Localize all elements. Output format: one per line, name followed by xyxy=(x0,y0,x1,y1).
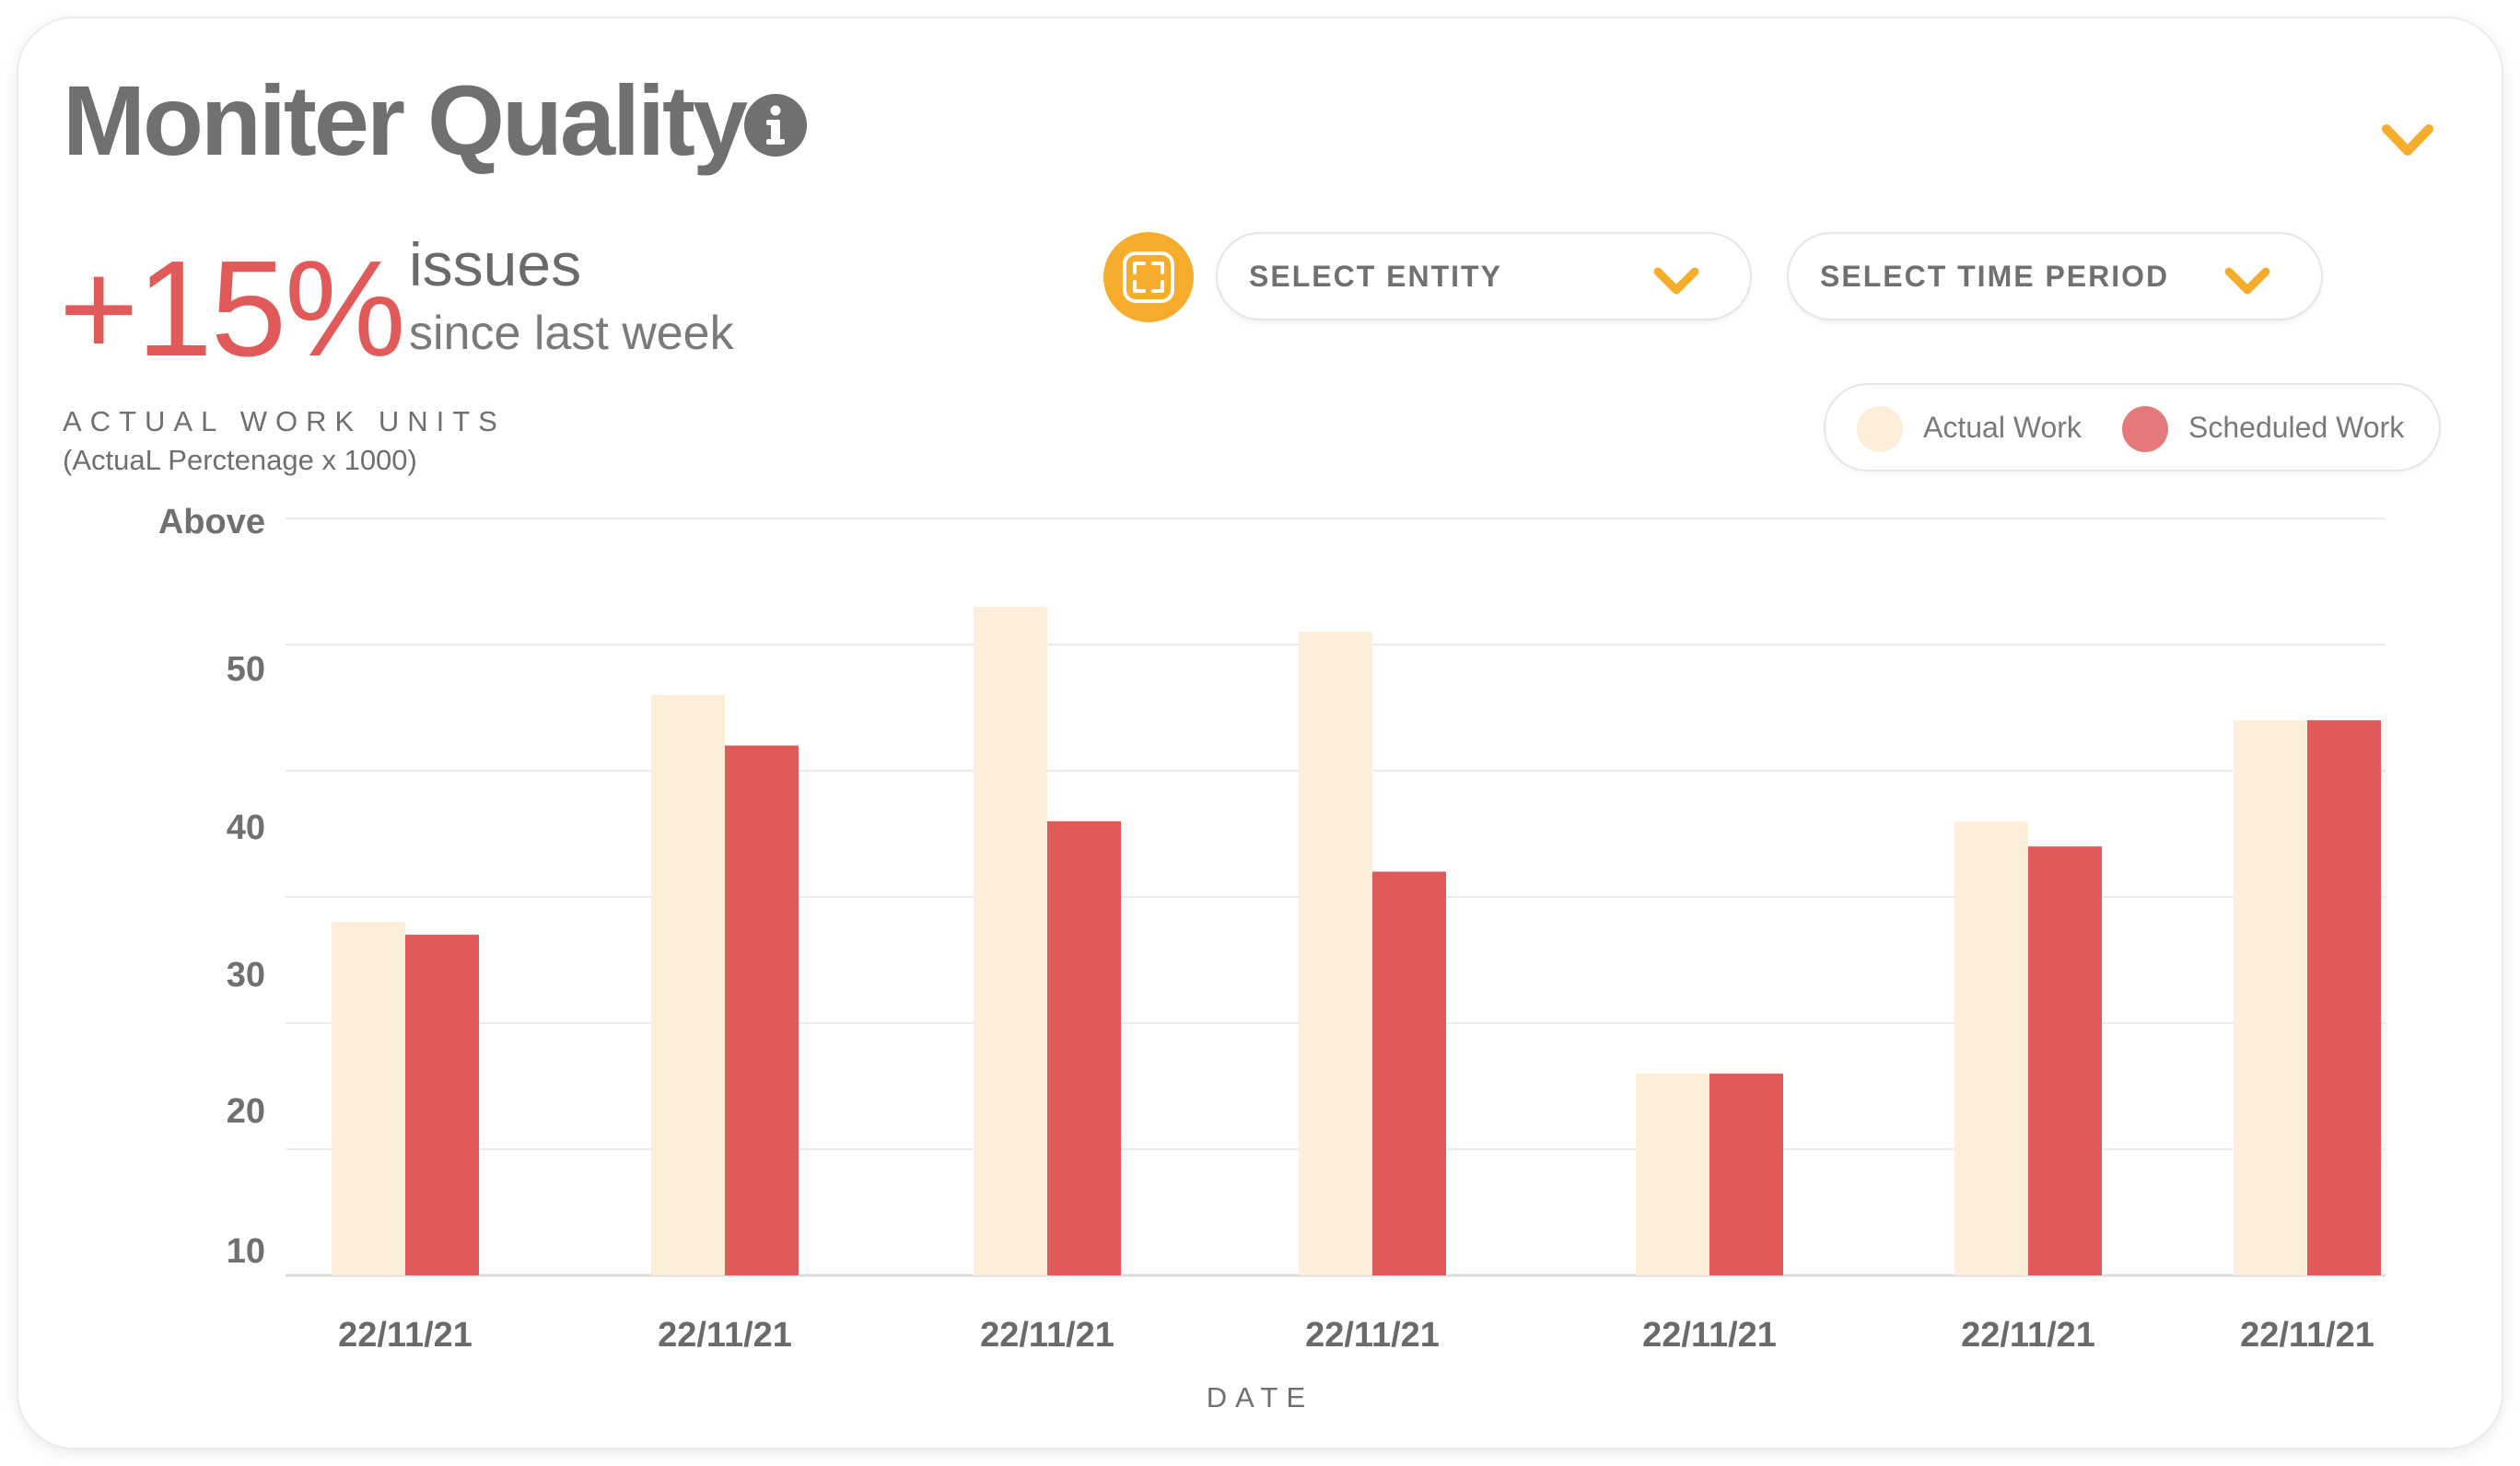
x-axis-title: DATE xyxy=(1206,1381,1314,1414)
bar-scheduled-work xyxy=(2307,720,2381,1275)
x-tick-label: 22/11/21 xyxy=(1642,1316,1777,1355)
bar-scheduled-work xyxy=(2028,846,2102,1275)
y-tick-label: 50 xyxy=(227,650,265,689)
x-tick-label: 22/11/21 xyxy=(2240,1316,2374,1355)
x-tick-label: 22/11/21 xyxy=(658,1316,792,1355)
y-tick-label: 20 xyxy=(227,1092,265,1131)
bar-scheduled-work xyxy=(1047,820,1121,1275)
bar-actual-work xyxy=(1299,632,1372,1275)
x-tick-label: 22/11/21 xyxy=(1305,1316,1440,1355)
y-tick-label: 40 xyxy=(227,809,265,847)
y-tick-label: 10 xyxy=(227,1232,265,1271)
bar-scheduled-work xyxy=(1372,871,1446,1275)
x-tick-label: 22/11/21 xyxy=(980,1316,1114,1355)
x-tick-label: 22/11/21 xyxy=(1961,1316,2095,1355)
bar-scheduled-work xyxy=(725,745,799,1275)
bar-actual-work xyxy=(651,694,725,1275)
y-tick-label: 30 xyxy=(227,956,265,995)
bar-scheduled-work xyxy=(405,935,479,1275)
x-tick-label: 22/11/21 xyxy=(338,1316,472,1355)
bar-actual-work xyxy=(2234,720,2307,1275)
bar-actual-work xyxy=(332,922,405,1275)
bar-actual-work xyxy=(974,606,1047,1275)
bar-actual-work xyxy=(1636,1073,1709,1275)
bar-scheduled-work xyxy=(1709,1073,1783,1275)
y-tick-label: Above xyxy=(158,503,265,541)
bar-chart: 10 20 30 40 50 Above 22/11/21 22/11/21 22/11/21 2… xyxy=(158,503,2386,1355)
bar-actual-work xyxy=(1954,820,2028,1275)
